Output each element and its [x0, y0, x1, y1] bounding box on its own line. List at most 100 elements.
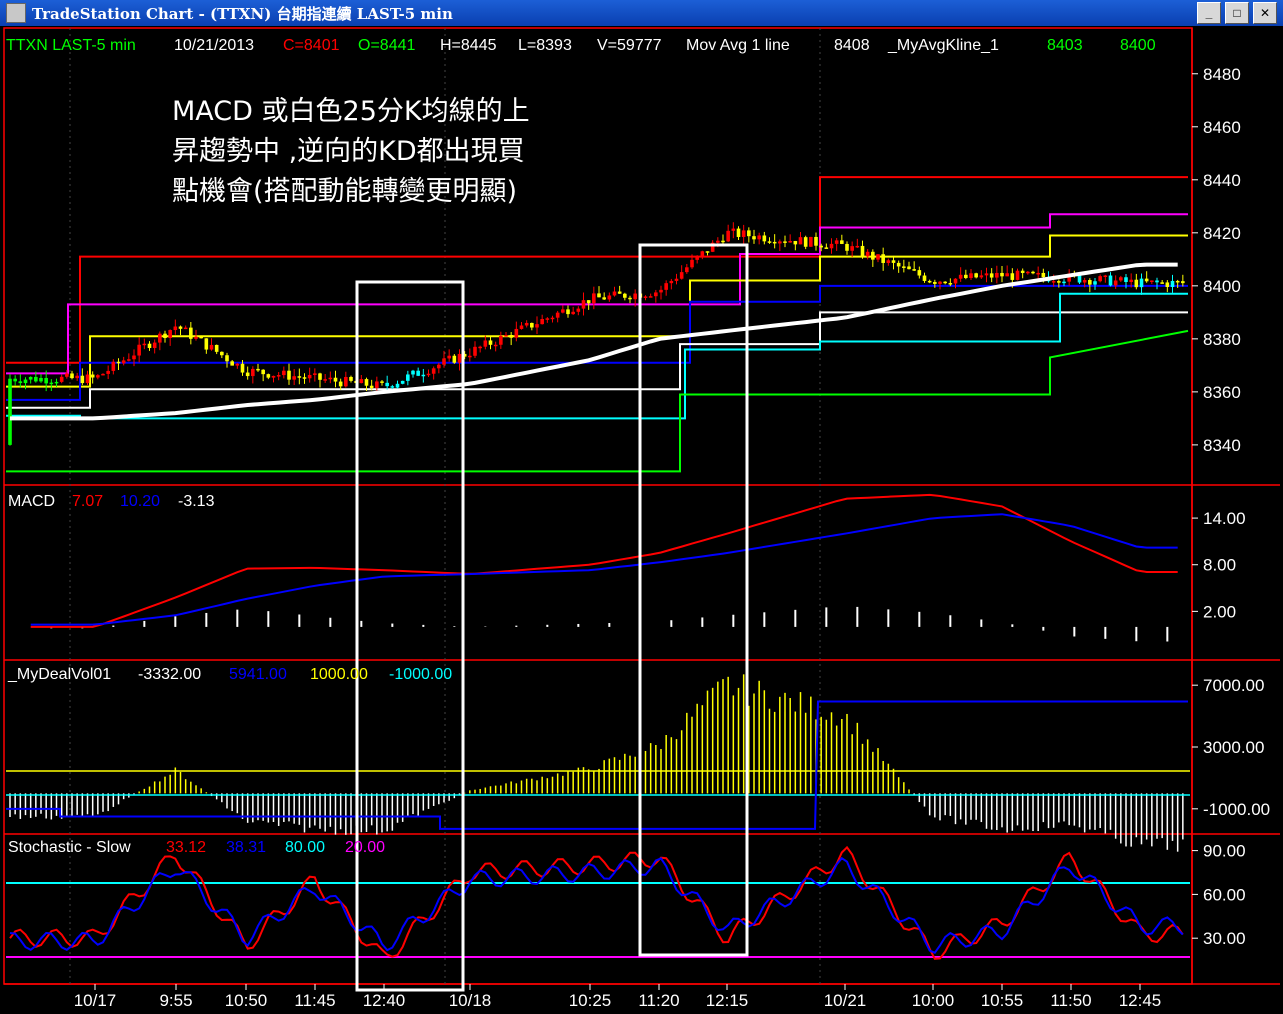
candle-body: [271, 375, 276, 378]
candle-body: [318, 373, 322, 380]
vol-axis-tick-label: 3000.00: [1203, 738, 1264, 757]
candle-body: [390, 386, 395, 388]
stoch-axis-tick-label: 60.00: [1203, 885, 1246, 904]
header-study1: Mov Avg 1 line: [686, 37, 790, 54]
candle-body: [1036, 272, 1040, 275]
candle-body: [39, 377, 43, 382]
price-level-lines: [6, 176, 1189, 473]
candle-body: [995, 272, 999, 278]
candle-body: [385, 382, 389, 387]
candle-body: [519, 325, 524, 329]
svg-text:MACD 7.07 10.20 -3: MACD 7.07 10.20 -3.13: [8, 493, 215, 510]
candle-body: [96, 375, 100, 378]
price-axis-tick-label: 8440: [1203, 171, 1241, 190]
time-axis-label: 10/21: [824, 991, 867, 1010]
vol-axis-tick-label: -1000.00: [1203, 800, 1270, 819]
candle-body: [178, 326, 183, 329]
candle-body: [70, 373, 74, 379]
stoch-label: Stochastic - Slow: [8, 839, 131, 856]
candle-body: [581, 300, 586, 309]
close-button[interactable]: ✕: [1253, 2, 1277, 24]
candle-body: [1103, 275, 1108, 278]
time-axis-label: 10:50: [225, 991, 268, 1010]
candle-body: [483, 340, 488, 347]
stoch-axis-tick-label: 90.00: [1203, 842, 1246, 861]
candle-body: [375, 381, 379, 388]
candle-body: [747, 230, 751, 237]
annotation-line-2: 昇趨勢中 ,逆向的KD都出現買: [172, 136, 525, 167]
candle-body: [716, 240, 720, 243]
candle-body: [18, 381, 23, 384]
candle-body: [380, 381, 384, 383]
candle-body: [741, 230, 746, 237]
price-axis-tick-label: 8460: [1203, 118, 1241, 137]
price-axis-tick-label: 8340: [1203, 436, 1241, 455]
candle-body: [13, 378, 17, 382]
candle-body: [912, 269, 916, 271]
price-level-line: [6, 329, 1189, 473]
stoch-axis-tick-label: 30.00: [1203, 929, 1246, 948]
candle-body: [1026, 271, 1030, 274]
candle-body: [685, 267, 689, 273]
candle-body: [23, 379, 28, 384]
candle-body: [659, 289, 663, 293]
candle-body: [953, 278, 958, 284]
candle-body: [623, 293, 627, 298]
candle-body: [1088, 280, 1092, 285]
candle-body: [158, 333, 162, 343]
candle-body: [566, 309, 570, 315]
candle-body: [1108, 275, 1113, 286]
candle-body: [902, 266, 906, 268]
dealvol-label: _MyDealVol01: [7, 666, 111, 683]
candle-body: [690, 259, 694, 268]
candle-body: [571, 311, 575, 315]
candle-body: [65, 373, 69, 377]
candle-body: [824, 247, 829, 249]
candle-body: [1165, 282, 1170, 287]
header-low: L=8393: [518, 37, 572, 54]
candle-body: [313, 373, 317, 375]
price-axis-tick-label: 8480: [1203, 65, 1241, 84]
candle-body: [602, 297, 606, 300]
candle-body: [1062, 281, 1066, 284]
candle-body: [1175, 280, 1180, 283]
annotation-line-1: MACD 或白色25分K均線的上: [172, 96, 530, 127]
time-axis-label: 11:45: [294, 991, 335, 1010]
candle-body: [395, 383, 400, 388]
candle-body: [302, 377, 307, 379]
chart-area[interactable]: TTXN LAST-5 min 10/21/2013 C=8401 O=8441…: [0, 26, 1283, 1014]
candle-body: [1113, 280, 1118, 286]
candle-body: [1020, 270, 1025, 273]
candle-body: [34, 376, 38, 382]
stoch-value-4: 20.00: [345, 839, 385, 856]
close-icon: ✕: [1259, 6, 1271, 20]
candle-body: [1129, 279, 1133, 283]
candle-body: [421, 374, 426, 377]
candle-body: [1051, 281, 1056, 283]
candle-body: [933, 281, 937, 284]
minimize-icon: _: [1205, 6, 1213, 20]
candle-body: [426, 373, 431, 376]
candle-body: [669, 280, 674, 284]
candle-body: [333, 377, 338, 382]
vol-axis-tick-label: 7000.00: [1203, 676, 1264, 695]
candle-body: [230, 361, 234, 366]
candle-body: [411, 370, 415, 375]
candle-body: [948, 283, 953, 285]
svg-text:Stochastic - Slow 33.12: Stochastic - Slow 33.12 38.31 80.00 20.0…: [8, 839, 385, 856]
candle-body: [1098, 276, 1102, 282]
dealvol-value-2: 5941.00: [229, 666, 287, 683]
header-symbol: TTXN LAST-5 min: [6, 37, 136, 54]
dealvol-value-4: -1000.00: [389, 666, 452, 683]
candle-body: [457, 353, 462, 363]
candle-body: [437, 364, 441, 369]
candle-body: [576, 308, 581, 312]
stoch-value-2: 38.31: [226, 839, 266, 856]
candle-body: [369, 385, 374, 388]
window-titlebar: TradeStation Chart - (TTXN) 台期指連續 LAST-5…: [0, 0, 1283, 26]
maximize-button[interactable]: □: [1225, 2, 1249, 24]
candle-body: [984, 273, 989, 276]
macd-value-3: -3.13: [178, 493, 215, 510]
minimize-button[interactable]: _: [1197, 2, 1221, 24]
candle-body: [865, 251, 870, 257]
